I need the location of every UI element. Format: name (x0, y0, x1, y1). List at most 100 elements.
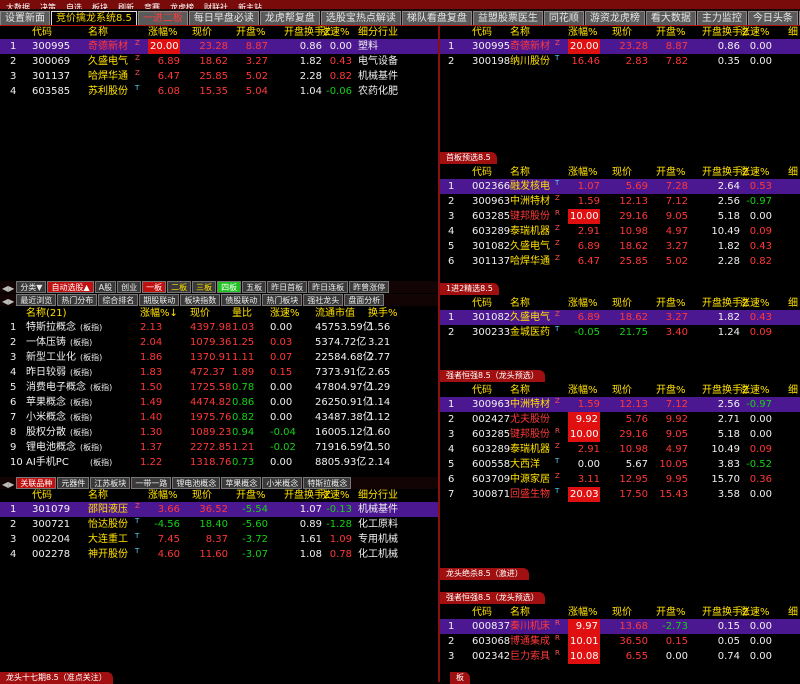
top_right-col-header[interactable]: 涨速% (740, 26, 770, 39)
one_two-row[interactable]: 1 301082 久盛电气 Z 6.89 18.62 3.27 1.82 0.43 (440, 310, 800, 325)
first_board-col-header[interactable]: 细 (788, 166, 798, 179)
mid_strip2-tab[interactable]: 热门分布 (57, 294, 98, 306)
top_left-col-header[interactable]: 名称 (88, 26, 108, 39)
mid_strip1-tab[interactable]: 自动选股▲ (47, 281, 94, 293)
mid_strip2-tab[interactable]: 期股联动 (139, 294, 180, 306)
tab-6[interactable]: 梯队看盘复盘 (401, 11, 472, 25)
tab-9[interactable]: 游资龙虎榜 (584, 11, 645, 25)
sector-col-header[interactable]: 换手% (368, 307, 398, 320)
one_two-col-header[interactable]: 现价 (612, 297, 632, 310)
mid_strip1-tab[interactable]: 五板 (242, 281, 267, 293)
first_board-row[interactable]: 3 603285 键邦股份 R 10.00 29.16 9.05 5.18 0.00 (440, 209, 800, 224)
top_left-col-header[interactable]: 涨幅% (148, 26, 178, 39)
top_right-col-header[interactable]: 开盘% (656, 26, 686, 39)
rel-col-header[interactable]: 名称 (88, 489, 108, 502)
rel_strip-tab[interactable]: 苹果概念 (221, 477, 262, 489)
first_board-col-header[interactable]: 代码 (472, 166, 492, 179)
rel-row[interactable]: 4 002278 神开股份 T 4.60 11.60 -3.07 1.08 0.78 化工机械 (0, 547, 438, 562)
top_right-col-header[interactable]: 代码 (472, 26, 492, 39)
one_two-row[interactable]: 2 300233 金城医药 T -0.05 21.75 3.40 1.24 0.09 (440, 325, 800, 340)
strong-title[interactable]: 强者恒强8.5（龙头预选） (440, 370, 545, 382)
tab-2[interactable]: 一进二板 (137, 11, 188, 25)
mid_strip1-tab[interactable]: 一板 (142, 281, 167, 293)
sector-row[interactable]: 2 一体压铸 (板指) 2.04 1079.36 1.25 0.03 5374.72亿 3.21 (0, 335, 438, 350)
strong2-row[interactable]: 3 002342 巨力索具 R 10.08 6.55 0.00 0.74 0.00 (440, 649, 800, 664)
tab-11[interactable]: 主力监控 (696, 11, 747, 25)
strong-row[interactable]: 4 603289 泰瑞机器 Z 2.91 10.98 4.97 10.49 0.09 (440, 442, 800, 457)
mid_strip2-tab[interactable]: 综合排名 (98, 294, 139, 306)
tab-10[interactable]: 看大数据 (645, 11, 696, 25)
bottom-right-section-title[interactable]: 板 (450, 672, 470, 684)
strong2-col-header[interactable]: 开盘% (656, 606, 686, 619)
strong-row[interactable]: 5 600558 大西洋 T 0.00 5.67 10.05 3.83 -0.52 (440, 457, 800, 472)
top_right-col-header[interactable]: 涨幅% (568, 26, 598, 39)
rel-row[interactable]: 2 300721 怡达股份 T -4.56 18.40 -5.60 0.89 -1.28 化工原料 (0, 517, 438, 532)
mid_strip2-tab[interactable]: 热门板块 (262, 294, 303, 306)
mid_strip1-tab[interactable]: 昨曾涨停 (349, 281, 390, 293)
strong-col-header[interactable]: 涨幅% (568, 384, 598, 397)
strong-col-header[interactable]: 现价 (612, 384, 632, 397)
top_left-row[interactable]: 3 301137 哈焊华通 Z 6.47 25.85 5.02 2.28 0.82 机械基件 (0, 69, 438, 84)
first_board-col-header[interactable]: 开盘% (656, 166, 686, 179)
sector-col-header[interactable]: 名称(21) (26, 307, 67, 320)
tab-8[interactable]: 同花顺 (543, 11, 584, 25)
strong2-col-header[interactable]: 名称 (510, 606, 530, 619)
first_board-col-header[interactable]: 涨幅% (568, 166, 598, 179)
rel-col-header[interactable]: 细分行业 (358, 489, 398, 502)
rel_strip-tab[interactable]: 关联品种 (16, 477, 57, 489)
top_left-col-header[interactable]: 现价 (192, 26, 212, 39)
sector-col-header[interactable]: 现价 (190, 307, 210, 320)
strong-col-header[interactable]: 涨速% (740, 384, 770, 397)
one_two-col-header[interactable]: 开盘% (656, 297, 686, 310)
strong-row[interactable]: 7 300871 回盛生物 T 20.03 17.50 15.43 3.58 0.00 (440, 487, 800, 502)
first_board-row[interactable]: 6 301137 哈焊华通 Z 6.47 25.85 5.02 2.28 0.82 (440, 254, 800, 269)
rel-row[interactable]: 1 301079 邵阳液压 Z 3.66 36.52 -5.54 1.07 -0.13 机械基件 (0, 502, 438, 517)
top_left-col-header[interactable]: 细分行业 (358, 26, 398, 39)
mid_strip1-tab[interactable]: 三板 (192, 281, 217, 293)
strong2-row[interactable]: 1 000837 秦川机床 R 9.97 13.68 -2.73 0.15 0.00 (440, 619, 800, 634)
sector-col-header[interactable]: 量比 (232, 307, 252, 320)
mid_strip1-tab[interactable]: 昨日连板 (308, 281, 349, 293)
rel_strip-tab[interactable]: 元器件 (57, 477, 90, 489)
sector-row[interactable]: 4 昨日较弱 (板指) 1.83 472.37 1.89 0.15 7373.91亿 2.65 (0, 365, 438, 380)
mid_strip1-arrow-left-icon[interactable]: ◀▶ (0, 283, 16, 293)
sector-row[interactable]: 7 小米概念 (板指) 1.40 1975.76 0.82 0.00 43487.38亿 1.1… (0, 410, 438, 425)
tab-5[interactable]: 选股宝热点解读 (320, 11, 401, 25)
sector-row[interactable]: 3 新型工业化 (板指) 1.86 1370.91 1.11 0.07 22584.68亿 2.… (0, 350, 438, 365)
sector-row[interactable]: 8 股权分散 (板指) 1.30 1089.23 0.94 -0.04 16005.12亿 1.… (0, 425, 438, 440)
one_two-col-header[interactable]: 代码 (472, 297, 492, 310)
first_board-col-header[interactable]: 名称 (510, 166, 530, 179)
mid_strip1-tab[interactable]: 二板 (167, 281, 192, 293)
mid_strip2-tab[interactable]: 强社龙头 (303, 294, 344, 306)
rel_strip-tab[interactable]: 小米概念 (262, 477, 303, 489)
rel_strip-tab[interactable]: 江苏板块 (90, 477, 131, 489)
one_two-col-header[interactable]: 涨速% (740, 297, 770, 310)
strong-row[interactable]: 3 603285 键邦股份 R 10.00 29.16 9.05 5.18 0.00 (440, 427, 800, 442)
first_board-row[interactable]: 4 603289 泰瑞机器 Z 2.91 10.98 4.97 10.49 0.09 (440, 224, 800, 239)
one_two-col-header[interactable]: 细 (788, 297, 798, 310)
mid_strip2-tab[interactable]: 最近浏览 (16, 294, 57, 306)
sector-col-header[interactable]: 涨幅%↓ (140, 307, 178, 320)
top_right-row[interactable]: 2 300198 纳川股份 T 16.46 2.83 7.82 0.35 0.00 (440, 54, 800, 69)
strong2-col-header[interactable]: 涨速% (740, 606, 770, 619)
sector-col-header[interactable]: 涨速% (270, 307, 300, 320)
bottom-left-section-title[interactable]: 龙头十七期8.5（准点关注） (0, 672, 113, 684)
mid_strip2-tab[interactable]: 债股联动 (221, 294, 262, 306)
rel_strip-tab[interactable]: 一带一路 (131, 477, 172, 489)
strong-row[interactable]: 6 603709 中源家居 Z 3.11 12.95 9.95 15.70 0.36 (440, 472, 800, 487)
mid_strip2-tab[interactable]: 盘面分析 (344, 294, 385, 306)
strong-col-header[interactable]: 代码 (472, 384, 492, 397)
strong2-row[interactable]: 2 603068 博通集成 R 10.01 36.50 0.15 0.05 0.00 (440, 634, 800, 649)
strong2-title[interactable]: 强者恒强8.5（龙头预选） (440, 592, 545, 604)
sector-row[interactable]: 1 特斯拉概念 (板指) 2.13 4397.98 1.03 0.00 45753.59亿 1.… (0, 320, 438, 335)
strong-col-header[interactable]: 开盘% (656, 384, 686, 397)
first_board-row[interactable]: 1 002366 融发核电 T 1.07 5.69 7.28 2.64 0.53 (440, 179, 800, 194)
mid_strip1-tab[interactable]: 创业 (117, 281, 142, 293)
rel_strip-tab[interactable]: 特斯拉概念 (303, 477, 352, 489)
top_left-row[interactable]: 1 300995 奇德新材 Z 20.00 23.28 8.87 0.86 0.00 塑料 (0, 39, 438, 54)
rel-row[interactable]: 3 002204 大连重工 T 7.45 8.37 -3.72 1.61 1.09 专用机械 (0, 532, 438, 547)
dragon-section-title[interactable]: 龙头绝杀8.5（激进） (440, 568, 529, 580)
rel-col-header[interactable]: 开盘% (236, 489, 266, 502)
one_two-col-header[interactable]: 名称 (510, 297, 530, 310)
mid_strip1-tab[interactable]: A股 (94, 281, 117, 293)
